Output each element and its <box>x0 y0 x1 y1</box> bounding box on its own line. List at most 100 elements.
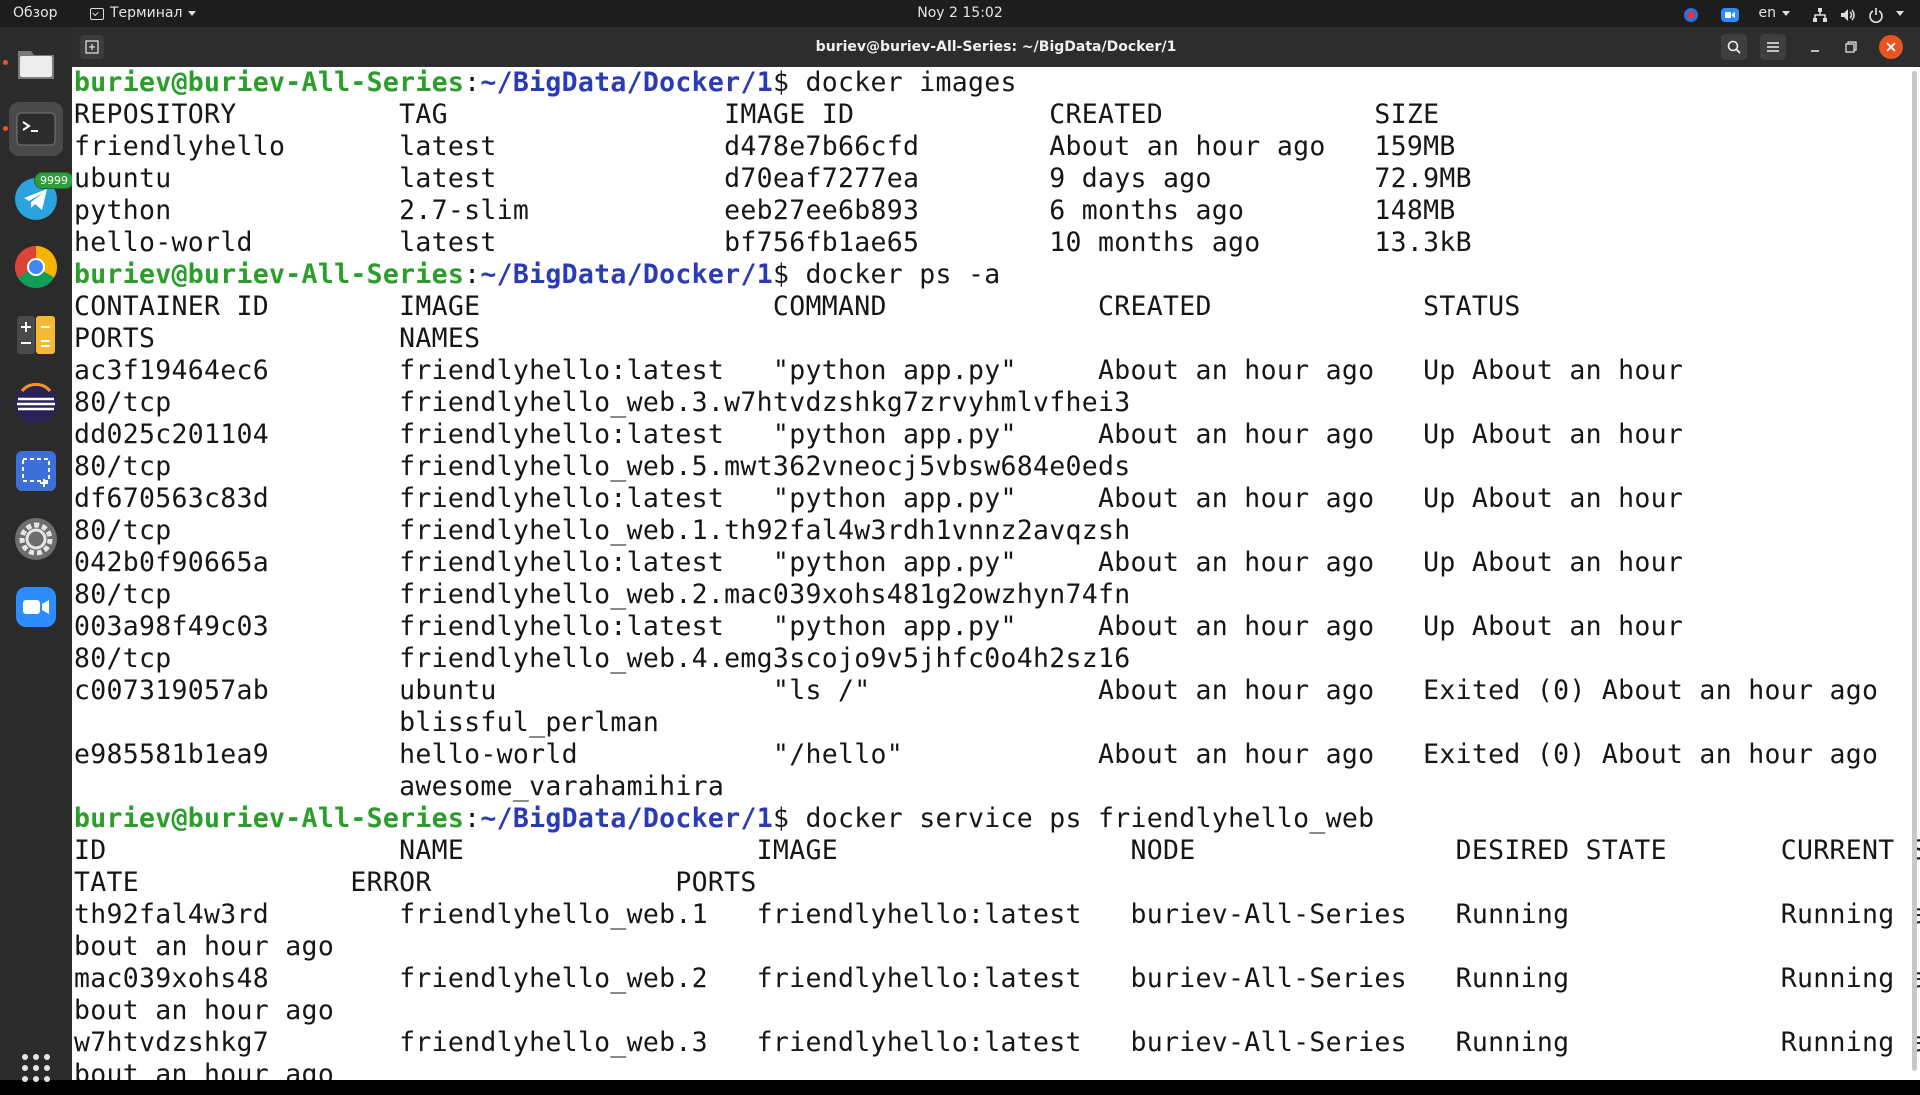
prompt-path: ~/BigData/Docker/1 <box>480 803 773 834</box>
output-line: friendlyhello latest d478e7b66cfd About … <box>74 131 1456 162</box>
app-menu[interactable]: Терминал <box>90 0 197 27</box>
output-line: REPOSITORY TAG IMAGE ID CREATED SIZE <box>74 99 1440 130</box>
top-bar: Обзор Терминал Noy 2 15:02 en <box>0 0 1920 27</box>
files-icon <box>18 51 54 79</box>
screenshot-icon <box>16 451 56 491</box>
eclipse-icon <box>15 382 57 424</box>
prompt-colon: : <box>464 67 481 98</box>
header-bar[interactable]: buriev@buriev-All-Series: ~/BigData/Dock… <box>72 27 1920 67</box>
prompt-line: buriev@buriev-All-Series:~/BigData/Docke… <box>74 259 1920 291</box>
terminal-lines: buriev@buriev-All-Series:~/BigData/Docke… <box>74 67 1920 1080</box>
menu-button[interactable] <box>1760 34 1786 60</box>
search-icon <box>1727 40 1741 54</box>
search-button[interactable] <box>1721 34 1747 60</box>
close-icon <box>1886 42 1896 52</box>
eclipse-app[interactable] <box>9 376 63 430</box>
output-line: ubuntu latest d70eaf7277ea 9 days ago 72… <box>74 163 1472 194</box>
system-menu[interactable] <box>1812 6 1904 23</box>
output-line: 80/tcp friendlyhello_web.4.emg3scojo9v5j… <box>74 643 1131 674</box>
terminal-window: buriev@buriev-All-Series: ~/BigData/Dock… <box>72 27 1920 1080</box>
chrome-app[interactable] <box>9 240 63 294</box>
network-icon <box>1812 6 1828 22</box>
settings-app[interactable] <box>9 512 63 566</box>
hamburger-icon <box>1767 42 1779 52</box>
app-menu-label: Терминал <box>110 5 183 21</box>
output-line: 003a98f49c03 friendlyhello:latest "pytho… <box>74 611 1684 642</box>
maximize-button[interactable] <box>1838 34 1864 60</box>
output-line: hello-world latest bf756fb1ae65 10 month… <box>74 227 1472 258</box>
zoom-app[interactable] <box>9 580 63 634</box>
prompt-command: $ docker images <box>772 67 1017 98</box>
prompt-user: buriev@buriev-All-Series <box>74 259 465 290</box>
dock: 9999 <box>0 27 74 1082</box>
close-button[interactable] <box>1879 35 1903 59</box>
app-grid-icon <box>22 1054 50 1082</box>
output-line: 80/tcp friendlyhello_web.1.th92fal4w3rdh… <box>74 515 1131 546</box>
output-line: df670563c83d friendlyhello:latest "pytho… <box>74 483 1684 514</box>
system-tray: en <box>1683 0 1904 27</box>
terminal-icon <box>90 7 104 20</box>
chevron-down-icon <box>188 11 197 16</box>
chrome-icon <box>14 246 58 289</box>
settings-icon <box>15 518 57 560</box>
screenshot-app[interactable] <box>9 444 63 498</box>
new-tab-button[interactable] <box>80 35 104 59</box>
prompt-line: buriev@buriev-All-Series:~/BigData/Docke… <box>74 803 1920 835</box>
calculator-icon <box>17 316 55 354</box>
output-line: th92fal4w3rd friendlyhello_web.1 friendl… <box>74 899 1920 930</box>
terminal-icon <box>16 112 56 146</box>
power-icon <box>1868 6 1884 23</box>
output-line: CONTAINER ID IMAGE COMMAND CREATED STATU… <box>74 291 1521 322</box>
output-line: PORTS NAMES <box>74 323 481 354</box>
prompt-command: $ docker ps -a <box>772 259 1001 290</box>
clock-container: Noy 2 15:02 <box>0 0 1920 27</box>
minimize-button[interactable] <box>1802 34 1828 60</box>
output-line: 042b0f90665a friendlyhello:latest "pytho… <box>74 547 1684 578</box>
output-line: 80/tcp friendlyhello_web.3.w7htvdzshkg7z… <box>74 387 1131 418</box>
output-line: awesome_varahamihira <box>74 771 725 802</box>
terminal-output[interactable]: buriev@buriev-All-Series:~/BigData/Docke… <box>72 67 1920 1080</box>
output-line: bout an hour ago <box>74 1059 335 1080</box>
minimize-icon <box>1811 50 1819 52</box>
output-line: c007319057ab ubuntu "ls /" About an hour… <box>74 675 1879 706</box>
chevron-down-icon <box>1782 11 1790 16</box>
output-line: python 2.7-slim eeb27ee6b893 6 months ag… <box>74 195 1456 226</box>
output-line: w7htvdzshkg7 friendlyhello_web.3 friendl… <box>74 1027 1920 1058</box>
output-line: 80/tcp friendlyhello_web.2.mac039xohs481… <box>74 579 1131 610</box>
prompt-path: ~/BigData/Docker/1 <box>480 259 773 290</box>
running-indicator <box>3 126 8 131</box>
prompt-line: buriev@buriev-All-Series:~/BigData/Docke… <box>74 67 1920 99</box>
window-title: buriev@buriev-All-Series: ~/BigData/Dock… <box>815 39 1177 55</box>
zoom-tray-icon[interactable] <box>1720 6 1739 22</box>
activities-button[interactable]: Обзор <box>13 0 58 27</box>
chevron-down-icon <box>1896 11 1904 16</box>
prompt-colon: : <box>464 259 481 290</box>
output-line: TATE ERROR PORTS <box>74 867 757 898</box>
output-line: ac3f19464ec6 friendlyhello:latest "pytho… <box>74 355 1684 386</box>
volume-icon <box>1840 6 1856 22</box>
output-line: bout an hour ago <box>74 995 335 1026</box>
prompt-command: $ docker service ps friendlyhello_web <box>772 803 1375 834</box>
prompt-path: ~/BigData/Docker/1 <box>480 67 773 98</box>
recorder-indicator-icon[interactable] <box>1683 6 1699 22</box>
prompt-user: buriev@buriev-All-Series <box>74 67 465 98</box>
language-label: en <box>1758 5 1777 21</box>
clock[interactable]: Noy 2 15:02 <box>917 5 1002 21</box>
telegram-app[interactable]: 9999 <box>9 172 74 226</box>
terminal-app[interactable] <box>9 102 63 156</box>
output-line: bout an hour ago <box>74 931 335 962</box>
scrollbar[interactable] <box>1912 71 1917 1071</box>
language-indicator[interactable]: en <box>1758 0 1790 27</box>
running-indicator <box>3 60 8 65</box>
prompt-colon: : <box>464 803 481 834</box>
output-line: 80/tcp friendlyhello_web.5.mwt362vneocj5… <box>74 451 1131 482</box>
show-apps-button[interactable] <box>9 1041 63 1095</box>
unread-badge: 9999 <box>34 172 74 189</box>
prompt-user: buriev@buriev-All-Series <box>74 803 465 834</box>
output-line: e985581b1ea9 hello-world "/hello" About … <box>74 739 1879 770</box>
output-line: blissful_perlman <box>74 707 660 738</box>
output-line: ID NAME IMAGE NODE DESIRED STATE CURRENT… <box>74 835 1920 866</box>
files-app[interactable] <box>9 36 63 90</box>
calculator-app[interactable] <box>9 308 63 362</box>
zoom-icon <box>16 587 56 627</box>
